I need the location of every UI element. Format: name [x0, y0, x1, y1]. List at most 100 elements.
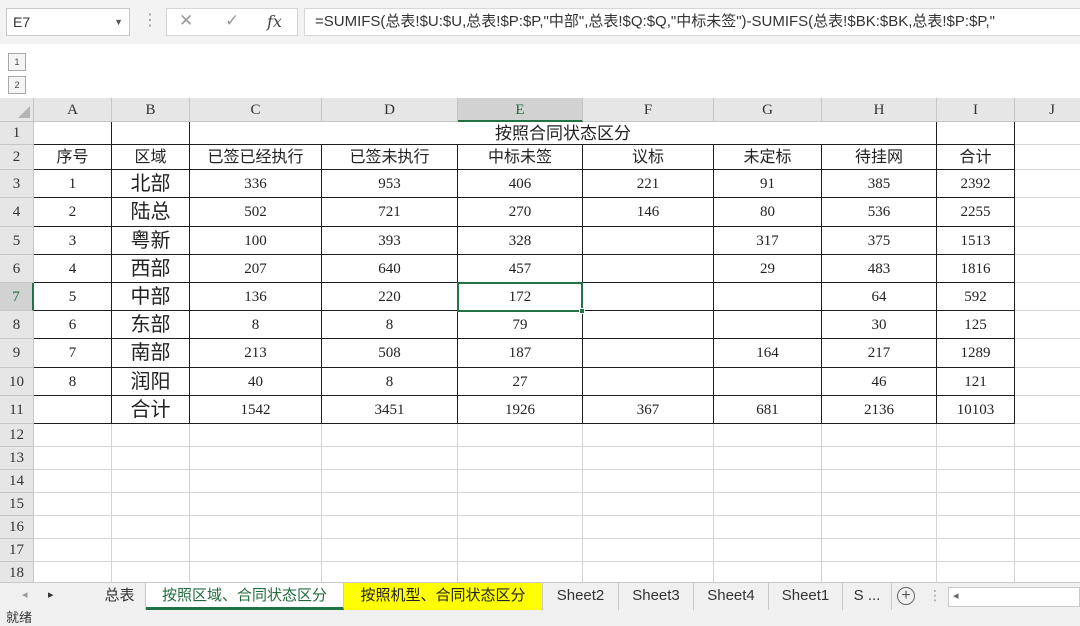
cancel-icon[interactable]: ✕: [179, 11, 193, 31]
add-sheet-icon[interactable]: +: [897, 587, 915, 605]
cell-f6[interactable]: [583, 255, 714, 283]
cell-d9[interactable]: 508: [322, 339, 458, 368]
cell-j3[interactable]: [1015, 170, 1080, 198]
column-header-g[interactable]: G: [714, 98, 822, 122]
cell-a2[interactable]: 序号: [34, 145, 112, 170]
cell-j14[interactable]: [1015, 470, 1080, 493]
cell-c18[interactable]: [190, 562, 322, 582]
column-header-b[interactable]: B: [112, 98, 190, 122]
cell-j15[interactable]: [1015, 493, 1080, 516]
row-header-2[interactable]: 2: [0, 145, 34, 170]
cell-d10[interactable]: 8: [322, 368, 458, 396]
cell-d5[interactable]: 393: [322, 227, 458, 255]
cell-i7[interactable]: 592: [937, 283, 1015, 311]
cell-c12[interactable]: [190, 424, 322, 447]
cell-d16[interactable]: [322, 516, 458, 539]
cell-e5[interactable]: 328: [458, 227, 583, 255]
tab-more-icon[interactable]: ⋮: [928, 587, 942, 604]
horizontal-scrollbar[interactable]: ◂: [948, 587, 1080, 607]
row-header-12[interactable]: 12: [0, 424, 34, 447]
cell-g9[interactable]: 164: [714, 339, 822, 368]
cell-b16[interactable]: [112, 516, 190, 539]
cell-d18[interactable]: [322, 562, 458, 582]
cell-e14[interactable]: [458, 470, 583, 493]
cell-b3[interactable]: 北部: [112, 170, 190, 198]
cell-f13[interactable]: [583, 447, 714, 470]
cell-f18[interactable]: [583, 562, 714, 582]
cell-d11[interactable]: 3451: [322, 396, 458, 424]
cell-g12[interactable]: [714, 424, 822, 447]
cell-j10[interactable]: [1015, 368, 1080, 396]
cell-i11[interactable]: 10103: [937, 396, 1015, 424]
sheet-tab-2[interactable]: 按照区域、合同状态区分: [146, 583, 344, 610]
cell-g3[interactable]: 91: [714, 170, 822, 198]
tab-prev-icon[interactable]: ◂: [22, 588, 28, 601]
cell-a12[interactable]: [34, 424, 112, 447]
cell-h9[interactable]: 217: [822, 339, 937, 368]
cell-i9[interactable]: 1289: [937, 339, 1015, 368]
cell-e15[interactable]: [458, 493, 583, 516]
cell-h17[interactable]: [822, 539, 937, 562]
cell-b1[interactable]: [112, 122, 190, 145]
cell-c15[interactable]: [190, 493, 322, 516]
cell-e4[interactable]: 270: [458, 198, 583, 227]
cell-h7[interactable]: 64: [822, 283, 937, 311]
cell-d12[interactable]: [322, 424, 458, 447]
cell-c10[interactable]: 40: [190, 368, 322, 396]
cell-a6[interactable]: 4: [34, 255, 112, 283]
cell-c17[interactable]: [190, 539, 322, 562]
sheet-tab-8[interactable]: S ...: [843, 583, 892, 610]
cell-j13[interactable]: [1015, 447, 1080, 470]
cell-e18[interactable]: [458, 562, 583, 582]
cell-c9[interactable]: 213: [190, 339, 322, 368]
cell-i17[interactable]: [937, 539, 1015, 562]
outline-level-1-button[interactable]: 1: [8, 53, 26, 71]
cell-j8[interactable]: [1015, 311, 1080, 339]
cell-b12[interactable]: [112, 424, 190, 447]
cell-f11[interactable]: 367: [583, 396, 714, 424]
cell-g11[interactable]: 681: [714, 396, 822, 424]
cell-e11[interactable]: 1926: [458, 396, 583, 424]
cell-c11[interactable]: 1542: [190, 396, 322, 424]
cell-h10[interactable]: 46: [822, 368, 937, 396]
cell-a8[interactable]: 6: [34, 311, 112, 339]
cell-c2[interactable]: 已签已经执行: [190, 145, 322, 170]
cell-d13[interactable]: [322, 447, 458, 470]
fill-handle[interactable]: [579, 308, 585, 314]
cell-i8[interactable]: 125: [937, 311, 1015, 339]
row-header-15[interactable]: 15: [0, 493, 34, 516]
cell-a13[interactable]: [34, 447, 112, 470]
cell-h18[interactable]: [822, 562, 937, 582]
sheet-tab-3[interactable]: 按照机型、合同状态区分: [344, 583, 543, 610]
row-header-6[interactable]: 6: [0, 255, 34, 283]
sheet-tab-4[interactable]: Sheet2: [543, 583, 619, 610]
row-header-9[interactable]: 9: [0, 339, 34, 368]
cell-h15[interactable]: [822, 493, 937, 516]
cell-g8[interactable]: [714, 311, 822, 339]
cell-g14[interactable]: [714, 470, 822, 493]
column-header-c[interactable]: C: [190, 98, 322, 122]
cell-i14[interactable]: [937, 470, 1015, 493]
cell-e10[interactable]: 27: [458, 368, 583, 396]
cell-a5[interactable]: 3: [34, 227, 112, 255]
cell-b9[interactable]: 南部: [112, 339, 190, 368]
column-header-f[interactable]: F: [583, 98, 714, 122]
cell-b18[interactable]: [112, 562, 190, 582]
cell-a14[interactable]: [34, 470, 112, 493]
cell-g6[interactable]: 29: [714, 255, 822, 283]
cell-f7[interactable]: [583, 283, 714, 311]
row-header-8[interactable]: 8: [0, 311, 34, 339]
cell-j11[interactable]: [1015, 396, 1080, 424]
cell-f3[interactable]: 221: [583, 170, 714, 198]
cell-j5[interactable]: [1015, 227, 1080, 255]
row-header-4[interactable]: 4: [0, 198, 34, 227]
column-header-e[interactable]: E: [458, 98, 583, 122]
cell-f12[interactable]: [583, 424, 714, 447]
cell-b4[interactable]: 陆总: [112, 198, 190, 227]
cell-c4[interactable]: 502: [190, 198, 322, 227]
cell-c16[interactable]: [190, 516, 322, 539]
cell-i6[interactable]: 1816: [937, 255, 1015, 283]
column-header-a[interactable]: A: [34, 98, 112, 122]
column-header-h[interactable]: H: [822, 98, 937, 122]
cell-d3[interactable]: 953: [322, 170, 458, 198]
